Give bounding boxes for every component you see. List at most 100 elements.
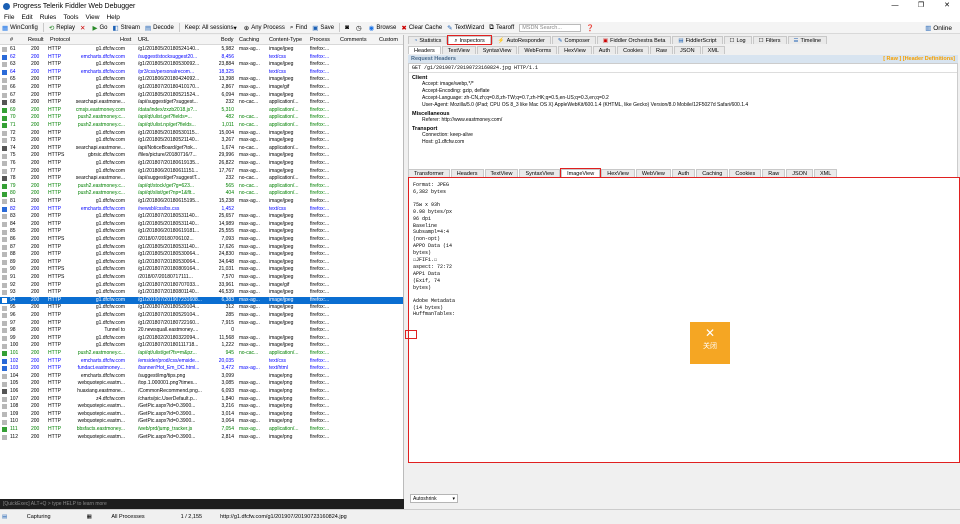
- clear-cache-button[interactable]: ✖ Clear Cache: [401, 24, 442, 32]
- table-row[interactable]: 108 200 HTTP webquotepic.eastm... /GetPic.as…: [0, 403, 403, 411]
- column-url[interactable]: URL: [138, 37, 149, 43]
- tab-statistics[interactable]: ◔ Statistics: [408, 36, 448, 44]
- process-filter[interactable]: ▦ All Processes: [87, 514, 163, 520]
- column-caching[interactable]: Caching: [239, 37, 259, 43]
- table-row[interactable]: 110 200 HTTP webquotepic.eastm... /GetPic.as…: [0, 418, 403, 426]
- table-row[interactable]: 99 200 HTTP g1.dfcfw.com/g1/201802/20180322…: [0, 335, 403, 343]
- resp-tab-imageview[interactable]: ImageView: [560, 168, 602, 178]
- table-row[interactable]: 87 200 HTTP g1.dfcfw.com/g1/201805/20180531…: [0, 244, 403, 252]
- table-row[interactable]: 97 200 HTTP g1.dfcfw.com/g1/201807/20180722…: [0, 320, 403, 328]
- req-tab-xml[interactable]: XML: [701, 46, 725, 54]
- column-comments[interactable]: Comments: [340, 37, 367, 43]
- column-host[interactable]: Host: [120, 37, 131, 43]
- session-list[interactable]: # Result Protocol Host URL Body Caching …: [0, 35, 404, 499]
- close-overlay-button[interactable]: ✕ 关闭: [690, 322, 730, 364]
- table-row[interactable]: 81 200 HTTP g1.dfcfw.com/g1/201806/20180615…: [0, 198, 403, 206]
- autoshrink-select[interactable]: Autoshrink ▾: [410, 494, 458, 503]
- table-row[interactable]: 86 200 HTTPS g1.dfcfw.com/2018/07/201807061…: [0, 236, 403, 244]
- any-process-button[interactable]: ⊕ Any Process: [244, 24, 285, 32]
- req-tab-raw[interactable]: Raw: [649, 46, 673, 54]
- menu-rules[interactable]: Rules: [40, 14, 57, 21]
- table-row[interactable]: 73 200 HTTP g1.dfcfw.com/g1/201805/20180521…: [0, 137, 403, 145]
- table-row[interactable]: 106 200 HTTP huaxiang.eastmone... /CommonRec…: [0, 388, 403, 396]
- help-button[interactable]: ❓: [586, 24, 596, 32]
- table-row[interactable]: 67 200 HTTP g1.dfcfw.com/g1/201805/20180521…: [0, 92, 403, 100]
- column-result[interactable]: Result: [28, 37, 44, 43]
- close-window-button[interactable]: ✕: [934, 0, 960, 12]
- msdn-search-input[interactable]: MSDN Search...: [519, 23, 582, 32]
- timer-button[interactable]: ◷: [356, 24, 364, 32]
- table-row[interactable]: 84 200 HTTP g1.dfcfw.com/g1/201805/20180531…: [0, 221, 403, 229]
- table-row[interactable]: 104 200 HTTP emcharts.dfcfw.com/suggest/img…: [0, 373, 403, 381]
- table-row[interactable]: 93 200 HTTP g1.dfcfw.com/g1/201807/20180801…: [0, 289, 403, 297]
- resp-tab-textview[interactable]: TextView: [484, 169, 519, 177]
- req-tab-textview[interactable]: TextView: [441, 46, 476, 54]
- tab-inspectors[interactable]: ⌕ Inspectors: [447, 35, 492, 45]
- table-row[interactable]: 89 200 HTTP g1.dfcfw.com/g1/201807/20180530…: [0, 259, 403, 267]
- menu-tools[interactable]: Tools: [63, 14, 78, 21]
- table-row[interactable]: 62 200 HTTP emcharts.dfcfw.com/suggest/stoc…: [0, 54, 403, 62]
- tab-fiddlerscript[interactable]: ▤ FiddlerScript: [672, 36, 723, 44]
- resp-tab-auth[interactable]: Auth: [671, 169, 696, 177]
- table-row[interactable]: 66 200 HTTP g1.dfcfw.com/g1/201807/20180410…: [0, 84, 403, 92]
- table-row[interactable]: 71 200 HTTP push2.eastmoney.c... /api/qt/uli…: [0, 122, 403, 130]
- resp-tab-headers[interactable]: Headers: [450, 169, 484, 177]
- resp-tab-cookies[interactable]: Cookies: [729, 169, 762, 177]
- table-row[interactable]: 61 200 HTTP g1.dfcfw.com/g1/201805/20180524…: [0, 46, 403, 54]
- screenshot-button[interactable]: ◙: [345, 24, 351, 31]
- table-row[interactable]: 70 200 HTTP push2.eastmoney.c... /api/qt/uli…: [0, 114, 403, 122]
- column-custom[interactable]: Custom: [379, 37, 398, 43]
- online-indicator[interactable]: ▥ Online: [925, 24, 952, 32]
- column-content-type[interactable]: Content-Type: [269, 37, 302, 43]
- resp-tab-syntaxview[interactable]: SyntaxView: [519, 169, 561, 177]
- column-protocol[interactable]: Protocol: [50, 37, 70, 43]
- table-row[interactable]: 90 200 HTTPS g1.dfcfw.com/g1/201807/2018080…: [0, 266, 403, 274]
- req-tab-headers[interactable]: Headers: [408, 46, 441, 54]
- table-row[interactable]: 109 200 HTTP webquotepic.eastm... /GetPic.as…: [0, 411, 403, 419]
- textwizard-button[interactable]: ✎ TextWizard: [447, 24, 484, 32]
- decode-button[interactable]: ▤ Decode: [145, 24, 174, 32]
- table-row[interactable]: 75 200 HTTPS gbrsic.dfcfw.com/files/picture…: [0, 152, 403, 160]
- table-row[interactable]: 69 200 HTTP cmsjs.eastmoney.com/data/index/…: [0, 107, 403, 115]
- table-row[interactable]: 82 200 HTTP emcharts.dfcfw.com/newsbl/css/b…: [0, 206, 403, 214]
- stream-button[interactable]: ◧ Stream: [112, 24, 140, 32]
- resp-tab-xml[interactable]: XML: [813, 169, 838, 177]
- tab-composer[interactable]: ✎ Composer: [551, 36, 596, 44]
- resp-tab-raw[interactable]: Raw: [762, 169, 786, 177]
- go-button[interactable]: ▶ Go: [92, 24, 107, 32]
- table-row[interactable]: 94 200 HTTP g1.dfcfw.com/g1/201907/20190723…: [0, 296, 403, 305]
- maximize-button[interactable]: ❐: [908, 0, 934, 12]
- table-row[interactable]: 85 200 HTTP g1.dfcfw.com/g1/201806/20180619…: [0, 228, 403, 236]
- tab-filters[interactable]: ☐ Filters: [752, 36, 787, 44]
- column-body[interactable]: Body: [221, 37, 234, 43]
- minimize-button[interactable]: —: [882, 0, 908, 12]
- replay-button[interactable]: ⟲ Replay: [49, 24, 75, 32]
- save-button[interactable]: ▣ Save: [312, 24, 334, 32]
- keep-sessions-dropdown[interactable]: Keep: All sessions ▾: [185, 24, 239, 32]
- table-row[interactable]: 78 200 HTTP searchapi.eastmone... /api/sugge…: [0, 175, 403, 183]
- table-row[interactable]: 76 200 HTTP g1.dfcfw.com/g1/201807/20180619…: [0, 160, 403, 168]
- table-row[interactable]: 98 200 HTTP Tunnel to 20.newsquall.eastmoney…: [0, 327, 403, 335]
- table-row[interactable]: 63 200 HTTP g1.dfcfw.com/g1/201805/20180530…: [0, 61, 403, 69]
- req-tab-webforms[interactable]: WebForms: [518, 46, 558, 54]
- tearoff-button[interactable]: ⧉ Tearoff: [489, 24, 514, 32]
- browse-button[interactable]: ◉ Browse: [369, 24, 397, 32]
- table-row[interactable]: 80 200 HTTP push2.eastmoney.c... /api/qt/sli…: [0, 190, 403, 198]
- resp-tab-json[interactable]: JSON: [786, 169, 813, 177]
- quickexec-input[interactable]: [QuickExec] ALT+Q > type HELP to learn m…: [0, 499, 404, 509]
- req-tab-cookies[interactable]: Cookies: [617, 46, 649, 54]
- table-row[interactable]: 101 200 HTTP push2.eastmoney.c... /api/qt/ul…: [0, 350, 403, 358]
- table-row[interactable]: 88 200 HTTP g1.dfcfw.com/g1/201805/20180530…: [0, 251, 403, 259]
- capturing-status[interactable]: ▤ Capturing: [2, 514, 69, 520]
- table-row[interactable]: 95 200 HTTP g1.dfcfw.com/g1/201807/20180529…: [0, 304, 403, 312]
- table-row[interactable]: 72 200 HTTP g1.dfcfw.com/g1/201805/20180530…: [0, 130, 403, 138]
- table-row[interactable]: 100 200 HTTP g1.dfcfw.com/g1/201807/2018011…: [0, 342, 403, 350]
- table-row[interactable]: 107 200 HTTP z4.dfcfw.com/charts/pic.UserDe…: [0, 396, 403, 404]
- req-tab-hexview[interactable]: HexView: [558, 46, 592, 54]
- tab-autoresponder[interactable]: ⚡ AutoResponder: [491, 36, 551, 44]
- resp-tab-transformer[interactable]: Transformer: [408, 169, 450, 177]
- table-row[interactable]: 74 200 HTTP searchapi.eastmone... /api/Notic…: [0, 145, 403, 153]
- table-row[interactable]: 103 200 HTTP fundact.eastmoney.... /banner/H…: [0, 365, 403, 373]
- table-row[interactable]: 64 200 HTTP emcharts.dfcfw.com/pr3/css/pers…: [0, 69, 403, 77]
- req-tab-syntaxview[interactable]: SyntaxView: [476, 46, 518, 54]
